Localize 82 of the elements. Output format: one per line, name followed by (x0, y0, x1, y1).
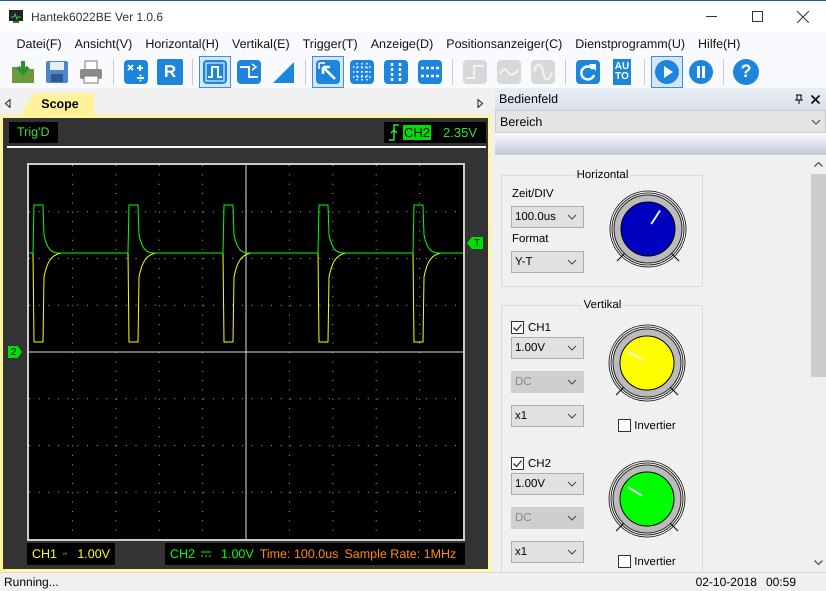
menu-item[interactable]: Vertikal(E) (225, 36, 296, 50)
trigger-status: Trig'D (9, 122, 58, 142)
chevron-down-icon (567, 413, 577, 419)
trigger-marker[interactable]: T (467, 237, 483, 249)
invert-label: Invertier (634, 556, 676, 568)
status-text: Running... (4, 575, 59, 589)
field-label: Format (512, 233, 550, 245)
grid-icon (348, 58, 376, 86)
checkbox[interactable] (618, 555, 632, 568)
dc-coupling-icon (63, 551, 68, 557)
chevron-down-icon (567, 549, 577, 555)
scope-tab[interactable]: Scope (20, 93, 94, 115)
channel-label: CH2 (528, 458, 552, 470)
horizontal-cursors-icon (416, 58, 444, 86)
channel-label: CH1 (32, 547, 58, 561)
channel-marker[interactable]: 2 (8, 346, 22, 358)
chevron-down-icon (811, 118, 821, 124)
dropdown[interactable]: 1.00V (511, 473, 584, 495)
field-label: Zeit/DIV (512, 188, 555, 200)
menu-item[interactable]: Dienstprogramm(U) (568, 36, 692, 50)
chevron-down-icon (567, 481, 577, 487)
menu-item[interactable]: Anzeige(D) (364, 36, 440, 50)
menu-item[interactable]: Ansicht(V) (68, 36, 139, 50)
time-base: Time: 100.0us (260, 547, 338, 561)
scroll-left-icon[interactable] (5, 99, 11, 108)
chevron-down-icon (567, 515, 577, 521)
pin-icon[interactable] (795, 94, 803, 104)
scroll-up-icon[interactable] (814, 162, 823, 167)
trigger-level: 2.35V (443, 124, 477, 140)
dropdown[interactable]: 1.00V (511, 337, 584, 359)
app-icon (9, 10, 23, 23)
play-icon (653, 58, 681, 86)
sine-wave-icon (529, 58, 557, 86)
rising-edge-icon (389, 124, 399, 140)
dc-coupling-icon (201, 551, 212, 557)
window-title: Hantek6022BE Ver 1.0.6 (31, 10, 164, 24)
menu-item[interactable]: Datei(F) (10, 36, 68, 50)
maximize-icon (752, 11, 762, 22)
close-icon[interactable] (811, 94, 820, 104)
panel-title: Bedienfeld (499, 92, 560, 106)
checkbox[interactable] (511, 457, 524, 470)
group-title: Vertikal (582, 299, 622, 311)
close-icon (797, 10, 809, 22)
vertical-cursors-icon (382, 58, 410, 86)
menu-item[interactable]: Positionsanzeiger(C) (440, 36, 569, 50)
wave-icon (495, 58, 523, 86)
dropdown[interactable]: Y-T (511, 251, 584, 273)
menu-item[interactable]: Hilfe(H) (692, 36, 747, 50)
dropdown[interactable]: 100.0us (511, 206, 584, 228)
pause-icon (687, 58, 715, 86)
checkbox[interactable] (618, 419, 632, 432)
math-symbols-icon (122, 58, 150, 86)
channel-label: CH2 (170, 547, 196, 561)
chevron-down-icon (567, 379, 577, 385)
scroll-down-icon[interactable] (814, 560, 823, 565)
dropdown[interactable]: x1 (511, 541, 584, 563)
invert-label: Invertier (634, 420, 676, 432)
group-title: Horizontal (576, 169, 630, 181)
dropdown[interactable]: x1 (511, 405, 584, 427)
chevron-down-icon (567, 345, 577, 351)
sample-rate: Sample Rate: 1MHz (344, 547, 456, 561)
volts-per-division: 1.00V (221, 547, 254, 561)
checkbox[interactable] (511, 321, 524, 334)
menu-item[interactable]: Horizontal(H) (138, 36, 226, 50)
scroll-right-icon[interactable] (477, 99, 483, 108)
channel-label: CH1 (528, 322, 552, 334)
square-wave-icon (201, 58, 229, 86)
cursor-button[interactable] (312, 56, 344, 88)
trigger-source: CH2 (403, 124, 432, 140)
status-time: 00:59 (766, 575, 796, 589)
menu-item[interactable]: Trigger(T) (296, 36, 364, 50)
play-button[interactable] (651, 56, 683, 88)
minimize-icon (706, 16, 716, 17)
section-dropdown[interactable]: Bereich (495, 110, 826, 133)
volts-per-division: 1.00V (77, 547, 110, 561)
chevron-down-icon (567, 214, 577, 220)
printer-icon (77, 58, 105, 86)
status-date: 02-10-2018 (696, 575, 757, 589)
refresh-icon (574, 58, 602, 86)
pulse-button[interactable] (199, 56, 231, 88)
chevron-down-icon (567, 259, 577, 265)
pointer-icon (314, 58, 342, 86)
